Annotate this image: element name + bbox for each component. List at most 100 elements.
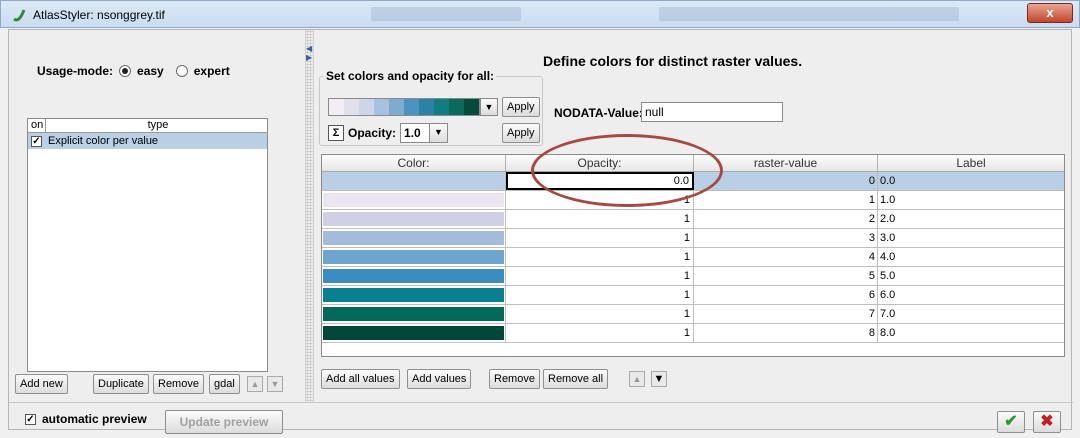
rule-type-table: on type ✓ Explicit color per value [27,118,268,372]
opacity-cell[interactable]: 1 [506,267,694,285]
table-row[interactable]: ✓ Explicit color per value [28,133,267,149]
color-swatch [323,250,504,264]
label-cell[interactable]: 3.0 [878,229,1064,247]
gdal-button[interactable]: gdal [209,374,240,394]
nodata-input[interactable] [641,102,783,122]
color-cell[interactable] [322,229,506,247]
opacity-cell[interactable]: 1 [506,324,694,342]
color-cell[interactable] [322,172,506,190]
palette-combo[interactable] [328,98,480,116]
table-row[interactable]: 1 8 8.0 [322,324,1064,343]
add-values-button[interactable]: Add values [407,369,472,389]
opacity-cell[interactable]: 0.0 [506,172,694,190]
collapse-arrows-icon[interactable]: ◀ ▶ [306,44,312,62]
palette-swatch [389,99,404,115]
duplicate-button[interactable]: Duplicate [93,374,149,394]
label-cell[interactable]: 0.0 [878,172,1064,190]
chevron-down-icon[interactable]: ▼ [480,98,498,116]
radio-easy-label[interactable]: easy [137,64,164,78]
update-preview-button[interactable]: Update preview [165,410,283,434]
radio-expert[interactable] [175,65,188,77]
remove-rule-button[interactable]: Remove [153,374,204,394]
table-row[interactable]: 0.0 0 0.0 [322,172,1064,191]
table-row[interactable]: 1 7 7.0 [322,305,1064,324]
label-cell[interactable]: 4.0 [878,248,1064,266]
add-new-button[interactable]: Add new [15,374,68,394]
value-color-table: Color: Opacity: raster-value Label 0.0 0 0… [321,154,1065,357]
opacity-cell[interactable]: 1 [506,210,694,228]
raster-value-cell: 4 [694,248,878,266]
opacity-cell[interactable]: 1 [506,248,694,266]
remove-all-button[interactable]: Remove all [543,369,609,389]
split-pane-divider[interactable] [305,30,314,402]
move-down-icon[interactable]: ▼ [267,376,283,392]
color-cell[interactable] [322,305,506,323]
blurred-toolbar-area [371,7,521,21]
apply-palette-button[interactable]: Apply [502,97,540,117]
move-down-icon[interactable]: ▼ [651,371,667,387]
opacity-select[interactable]: 1.0 ▼ [400,123,449,143]
column-header-type[interactable]: type [46,119,267,132]
table-row[interactable]: 1 4 4.0 [322,248,1064,267]
opacity-cell[interactable]: 1 [506,305,694,323]
palette-swatch [449,99,464,115]
raster-value-cell: 1 [694,191,878,209]
sigma-icon[interactable]: Σ [328,125,344,141]
color-cell[interactable] [322,191,506,209]
opacity-cell[interactable]: 1 [506,286,694,304]
label-cell[interactable]: 8.0 [878,324,1064,342]
color-cell[interactable] [322,210,506,228]
color-swatch [323,269,504,283]
add-all-values-button[interactable]: Add all values [321,369,400,389]
column-header-on[interactable]: on [28,119,46,132]
column-header-opacity[interactable]: Opacity: [506,155,694,171]
label-cell[interactable]: 6.0 [878,286,1064,304]
rule-enabled-checkbox[interactable]: ✓ [31,136,42,147]
table-header: Color: Opacity: raster-value Label [322,155,1064,172]
auto-preview-checkbox[interactable]: ✓ [25,413,36,425]
column-header-raster-value[interactable]: raster-value [694,155,878,171]
table-row[interactable]: 1 5 5.0 [322,267,1064,286]
table-row[interactable]: 1 2 2.0 [322,210,1064,229]
color-swatch [323,288,504,302]
chevron-down-icon[interactable]: ▼ [429,124,448,142]
cancel-x-icon[interactable]: ✖ [1033,411,1061,433]
ok-checkmark-icon[interactable]: ✔ [997,411,1025,433]
raster-value-cell: 6 [694,286,878,304]
opacity-cell[interactable]: 1 [506,191,694,209]
app-icon [13,9,26,22]
label-cell[interactable]: 1.0 [878,191,1064,209]
column-header-label[interactable]: Label [878,155,1064,171]
palette-swatch [374,99,389,115]
label-cell[interactable]: 2.0 [878,210,1064,228]
column-header-color[interactable]: Color: [322,155,506,171]
table-row[interactable]: 1 6 6.0 [322,286,1064,305]
palette-swatch [434,99,449,115]
rule-type-table-header: on type [28,119,267,133]
dialog-body: Usage-mode: easy expert on type ✓ Explic… [8,29,1073,434]
move-up-icon[interactable]: ▲ [629,371,645,387]
usage-mode-row: Usage-mode: easy expert [37,64,236,78]
apply-opacity-button[interactable]: Apply [502,123,540,143]
palette-swatch [344,99,359,115]
radio-easy[interactable] [119,65,132,77]
color-swatch [323,212,504,226]
page-title: Define colors for distinct raster values… [543,53,803,69]
table-row[interactable]: 1 1 1.0 [322,191,1064,210]
auto-preview-label[interactable]: automatic preview [42,412,147,426]
move-up-icon[interactable]: ▲ [247,376,263,392]
label-cell[interactable]: 7.0 [878,305,1064,323]
label-cell[interactable]: 5.0 [878,267,1064,285]
rule-type-cell: Explicit color per value [48,135,159,147]
color-cell[interactable] [322,286,506,304]
color-cell[interactable] [322,267,506,285]
window-close-button[interactable]: x [1027,3,1073,23]
raster-value-cell: 3 [694,229,878,247]
remove-value-button[interactable]: Remove [489,369,540,389]
color-cell[interactable] [322,248,506,266]
color-swatch [323,174,504,188]
radio-expert-label[interactable]: expert [194,64,230,78]
color-cell[interactable] [322,324,506,342]
table-row[interactable]: 1 3 3.0 [322,229,1064,248]
opacity-cell[interactable]: 1 [506,229,694,247]
